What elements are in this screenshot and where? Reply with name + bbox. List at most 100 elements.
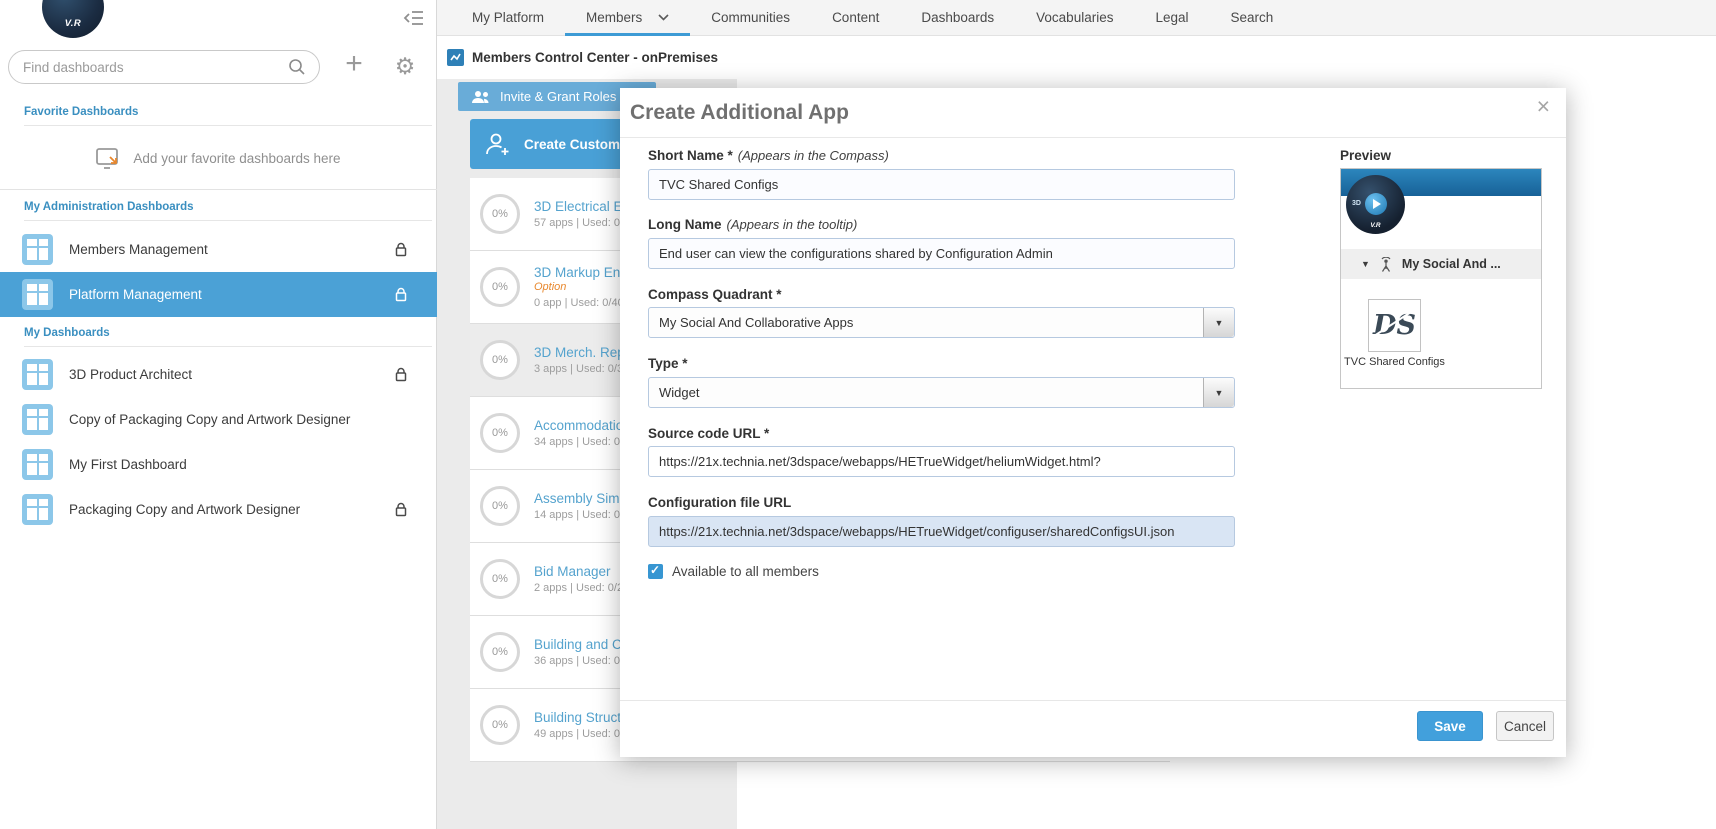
dashboard-tile-icon [22, 449, 53, 480]
tab-content[interactable]: Content [811, 0, 900, 35]
compass-3d-label: 3D [1352, 200, 1361, 207]
progress-ring: 0% [480, 705, 520, 745]
tab-dashboards[interactable]: Dashboards [900, 0, 1015, 35]
cancel-button[interactable]: Cancel [1496, 711, 1554, 741]
sidebar-item-label: Copy of Packaging Copy and Artwork Desig… [69, 412, 437, 427]
lock-icon [395, 367, 407, 382]
type-value: Widget [659, 378, 699, 407]
source-url-field[interactable] [648, 446, 1235, 477]
short-name-field[interactable] [648, 169, 1235, 200]
app-name: Building and C [534, 637, 623, 652]
progress-ring: 0% [480, 194, 520, 234]
dialog-footer: Save Cancel [620, 700, 1566, 757]
sidebar-item-my-first-dashboard[interactable]: My First Dashboard [0, 442, 437, 487]
app-option-badge: Option [534, 281, 628, 294]
favorites-empty-hint: Add your favorite dashboards here [0, 128, 437, 190]
my-dashboards-list: 3D Product Architect Copy of Packaging C… [0, 352, 437, 532]
chevron-down-icon[interactable] [658, 14, 669, 21]
app-name: 3D Merch. Rep [534, 345, 625, 360]
dropdown-caret-icon[interactable]: ▼ [1203, 378, 1234, 407]
short-name-label: Short Name * (Appears in the Compass) [648, 148, 889, 163]
play-icon [1365, 193, 1387, 215]
tab-label: Legal [1155, 10, 1188, 25]
sidebar-item-label: Packaging Copy and Artwork Designer [69, 502, 387, 517]
tab-my-platform[interactable]: My Platform [451, 0, 565, 35]
app-meta: 2 apps | Used: 0/2 [534, 582, 623, 595]
lock-icon [395, 242, 407, 257]
add-favorite-dashboard-icon [96, 147, 122, 171]
tab-vocabularies[interactable]: Vocabularies [1015, 0, 1134, 35]
favorites-empty-text: Add your favorite dashboards here [133, 151, 340, 166]
preview-quadrant-row[interactable]: ▼ My Social And ... [1341, 249, 1541, 279]
app-name: Accommodatio [534, 418, 623, 433]
caret-down-icon: ▼ [1361, 259, 1370, 269]
progress-ring: 0% [480, 413, 520, 453]
sidebar-item-packaging-designer[interactable]: Packaging Copy and Artwork Designer [0, 487, 437, 532]
dashboard-tile-icon [22, 404, 53, 435]
admin-section-title: My Administration Dashboards [24, 201, 432, 221]
long-name-label-text: Long Name [648, 217, 722, 232]
available-to-all-members-checkbox[interactable]: Available to all members [648, 564, 819, 579]
tab-communities[interactable]: Communities [690, 0, 811, 35]
preview-label: Preview [1340, 148, 1391, 163]
create-additional-app-dialog: Create Additional App × Short Name *(App… [620, 88, 1566, 757]
add-dashboard-icon[interactable]: + [340, 47, 368, 81]
gear-icon[interactable]: ⚙ [390, 51, 420, 81]
tab-legal[interactable]: Legal [1134, 0, 1209, 35]
compass-quadrant-value: My Social And Collaborative Apps [659, 308, 853, 337]
search-icon[interactable] [288, 58, 306, 76]
dialog-title-divider [620, 137, 1566, 138]
sidebar-item-3d-product-architect[interactable]: 3D Product Architect [0, 352, 437, 397]
lock-icon [395, 502, 407, 517]
members-control-center-icon [447, 49, 464, 66]
tab-search[interactable]: Search [1210, 0, 1295, 35]
app-name: Assembly Sim [534, 491, 629, 506]
app-name: 3D Electrical E [534, 199, 623, 214]
config-url-label: Configuration file URL [648, 495, 791, 510]
tab-label: Members [586, 10, 642, 25]
sidebar-item-copy-of-packaging[interactable]: Copy of Packaging Copy and Artwork Desig… [0, 397, 437, 442]
favorites-section-title: Favorite Dashboards [24, 106, 432, 126]
3ds-logo: V.R [42, 0, 104, 38]
collapse-sidebar-icon[interactable] [403, 9, 425, 27]
preview-panel: 3D V.R ▼ My Social And ... DS TVC Shared… [1340, 168, 1542, 389]
my-dashboards-section-title: My Dashboards [24, 327, 432, 347]
source-url-label: Source code URL * [648, 426, 769, 441]
type-select[interactable]: Widget ▼ [648, 377, 1235, 408]
ds-logo-icon: DS [1373, 312, 1416, 339]
checkbox-label: Available to all members [672, 564, 819, 579]
person-plus-icon [483, 129, 513, 159]
page-title: Members Control Center - onPremises [472, 50, 718, 65]
tab-label: My Platform [472, 10, 544, 25]
tab-members[interactable]: Members [565, 0, 690, 35]
compass-quadrant-label: Compass Quadrant * [648, 287, 782, 302]
sidebar: V.R + ⚙ Favorite Dashboards Add your fav… [0, 0, 437, 829]
admin-dashboards-list: Members Management Platform Management [0, 227, 437, 317]
long-name-field[interactable] [648, 238, 1235, 269]
app-meta: 0 app | Used: 0/40 [534, 297, 628, 310]
config-url-field[interactable] [648, 516, 1235, 547]
tab-label: Communities [711, 10, 790, 25]
checkbox-checked-icon[interactable] [648, 564, 663, 579]
app-name: 3D Markup Eng [534, 265, 628, 280]
save-button[interactable]: Save [1417, 711, 1483, 741]
dropdown-caret-icon[interactable]: ▼ [1203, 308, 1234, 337]
sidebar-item-platform-management[interactable]: Platform Management [0, 272, 437, 317]
app-meta: 3 apps | Used: 0/3 [534, 363, 625, 376]
top-navigation: My Platform Members Communities Content … [437, 0, 1716, 36]
sidebar-item-label: Members Management [69, 242, 387, 257]
long-name-label: Long Name(Appears in the tooltip) [648, 217, 857, 232]
short-name-hint: (Appears in the Compass) [738, 148, 889, 163]
preview-app-name: TVC Shared Configs [1341, 356, 1448, 369]
search-input[interactable] [8, 50, 320, 84]
preview-quadrant-label: My Social And ... [1402, 257, 1501, 271]
close-icon[interactable]: × [1537, 93, 1550, 119]
lock-icon [395, 287, 407, 302]
invite-grant-roles-label: Invite & Grant Roles [500, 89, 616, 104]
app-meta: 14 apps | Used: 0/4 [534, 509, 629, 522]
progress-ring: 0% [480, 267, 520, 307]
tab-label: Content [832, 10, 879, 25]
short-name-label-text: Short Name * [648, 148, 733, 163]
compass-quadrant-select[interactable]: My Social And Collaborative Apps ▼ [648, 307, 1235, 338]
sidebar-item-members-management[interactable]: Members Management [0, 227, 437, 272]
